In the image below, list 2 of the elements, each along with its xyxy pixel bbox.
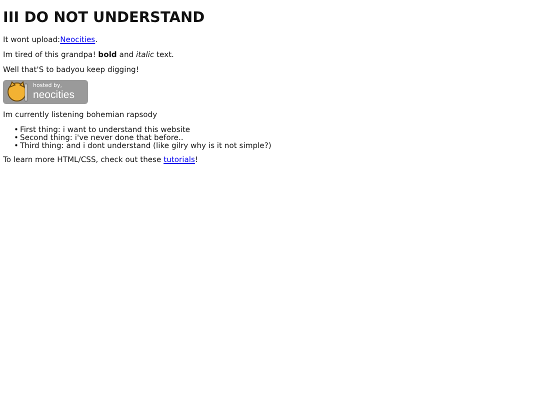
badge-title: neocities bbox=[33, 90, 74, 100]
page-heading: III DO NOT UNDERSTAND bbox=[3, 10, 206, 26]
